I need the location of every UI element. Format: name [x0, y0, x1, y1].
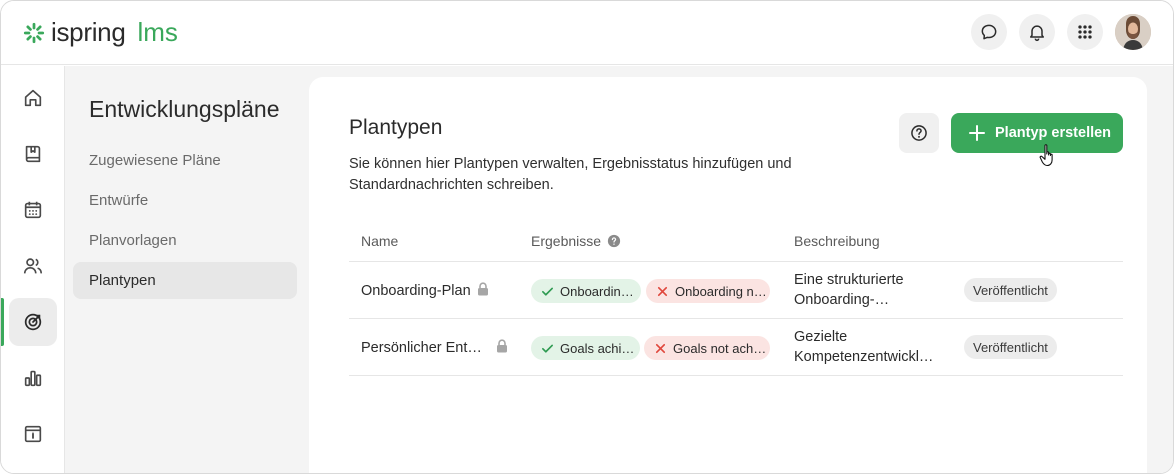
hand-cursor-icon: [1039, 144, 1053, 167]
users-icon: [23, 258, 43, 274]
apps-grid-icon: [1078, 25, 1092, 39]
subnav-item-plan-types[interactable]: Plantypen: [73, 262, 297, 299]
logo[interactable]: ispring lms: [23, 17, 178, 48]
calendar-icon: [24, 201, 42, 219]
check-icon: [542, 287, 553, 296]
result-badge-failure: Goals not ach…: [644, 336, 770, 360]
table-row[interactable]: Onboarding-Plan Onboardin… Onboarding n……: [349, 262, 1123, 319]
close-icon: [655, 343, 666, 353]
row-description: Gezielte Kompetenzentwickl…: [794, 329, 934, 365]
status-badge: Veröffentlicht: [964, 278, 1057, 302]
book-icon: [25, 145, 41, 163]
chat-button[interactable]: [971, 14, 1007, 50]
page-title: Plantypen: [349, 116, 443, 139]
table-header: Name Ergebnisse Beschreibung: [349, 221, 1123, 262]
plus-icon: [969, 125, 985, 141]
result-badge-success: Goals achi…: [531, 336, 640, 360]
help-button[interactable]: [899, 113, 939, 153]
status-badge: Veröffentlicht: [964, 335, 1057, 359]
bar-chart-icon: [24, 370, 42, 387]
top-actions: [971, 14, 1151, 50]
table-row[interactable]: Persönlicher Ent… Goals achi… Goals not …: [349, 319, 1123, 376]
target-icon: [24, 313, 42, 331]
subnav-item-plan-templates[interactable]: Planvorlagen: [73, 222, 297, 259]
user-avatar-icon: [1115, 14, 1151, 50]
top-bar: ispring lms: [1, 1, 1173, 65]
create-plan-type-button[interactable]: Plantyp erstellen: [951, 113, 1123, 153]
apps-button[interactable]: [1067, 14, 1103, 50]
rail-item-reports[interactable]: [9, 354, 57, 402]
ispring-logo-icon: [23, 22, 45, 43]
rail-active-indicator: [1, 298, 4, 346]
app-window: ispring lms Entwicklungspläne Zugewiesen…: [0, 0, 1174, 474]
info-box-icon: [24, 425, 42, 443]
results-help-icon[interactable]: [607, 234, 621, 248]
close-icon: [657, 286, 668, 296]
question-icon: [911, 125, 927, 141]
row-name: Persönlicher Ent…: [361, 339, 508, 357]
rail-item-courses[interactable]: [9, 130, 57, 178]
rail-item-info[interactable]: [9, 410, 57, 458]
rail-item-development-plans[interactable]: [9, 298, 57, 346]
section-nav: Entwicklungspläne Zugewiesene Pläne Entw…: [65, 66, 308, 473]
rail-item-home[interactable]: [9, 74, 57, 122]
plan-types-table: Name Ergebnisse Beschreibung Onboarding-…: [349, 221, 1123, 376]
logo-suffix: lms: [137, 17, 178, 47]
home-icon: [24, 89, 42, 107]
create-plan-type-label: Plantyp erstellen: [995, 125, 1112, 141]
row-description: Eine strukturierte Onboarding-…: [794, 272, 904, 308]
row-name: Onboarding-Plan: [361, 282, 489, 300]
icon-rail: [1, 66, 65, 473]
column-header-name: Name: [361, 233, 399, 249]
bell-icon: [1030, 25, 1044, 42]
section-title: Entwicklungspläne: [89, 96, 280, 122]
column-header-results: Ergebnisse: [531, 233, 621, 249]
lock-icon: [477, 282, 489, 300]
column-header-description: Beschreibung: [794, 233, 880, 249]
lock-icon: [496, 339, 508, 357]
check-icon: [542, 344, 553, 353]
notifications-button[interactable]: [1019, 14, 1055, 50]
main-card: Plantypen Sie können hier Plantypen verw…: [309, 77, 1147, 473]
result-badge-success: Onboardin…: [531, 279, 641, 303]
rail-item-calendar[interactable]: [9, 186, 57, 234]
subnav-item-drafts[interactable]: Entwürfe: [73, 182, 297, 219]
chat-icon: [981, 24, 997, 40]
logo-word: ispring: [51, 17, 126, 47]
user-avatar[interactable]: [1115, 14, 1151, 50]
subnav-item-assigned-plans[interactable]: Zugewiesene Pläne: [73, 142, 297, 179]
result-badge-failure: Onboarding n…: [646, 279, 770, 303]
rail-item-users[interactable]: [9, 242, 57, 290]
page-description: Sie können hier Plantypen verwalten, Erg…: [349, 156, 792, 193]
